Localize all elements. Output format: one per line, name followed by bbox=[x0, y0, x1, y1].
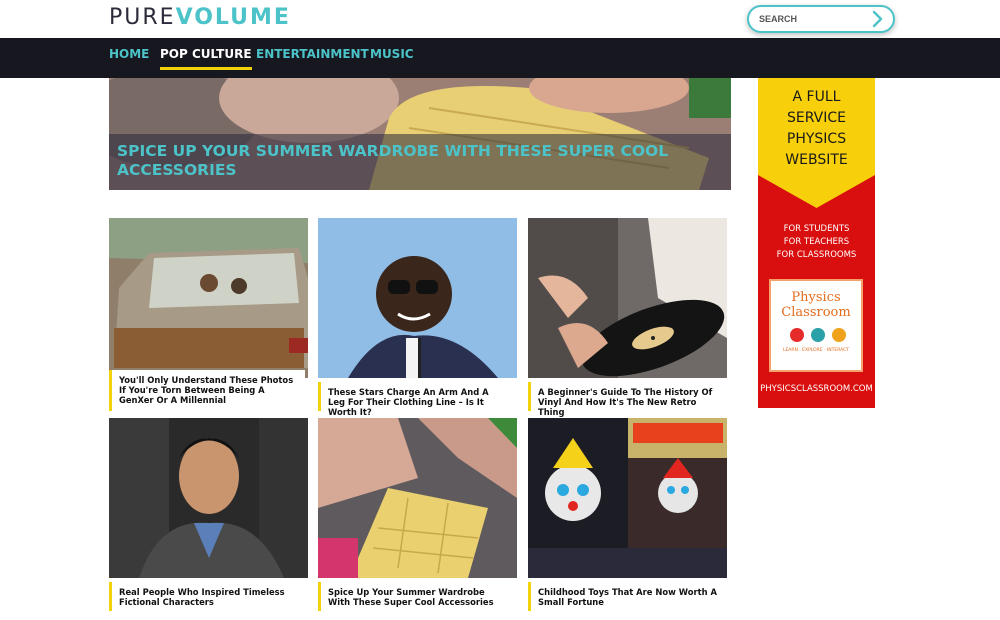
nav-music[interactable]: MUSIC bbox=[370, 47, 414, 61]
colored-dots-icon bbox=[790, 328, 846, 342]
logo-text-pure: PURE bbox=[109, 5, 176, 30]
hero-caption-overlay: SPICE UP YOUR SUMMER WARDROBE WITH THESE… bbox=[109, 134, 731, 190]
article-card[interactable]: A Beginner's Guide To The History Of Vin… bbox=[528, 218, 727, 417]
article-title[interactable]: A Beginner's Guide To The History Of Vin… bbox=[528, 382, 724, 417]
article-image-station-wagon bbox=[109, 218, 308, 378]
article-image-yellow-purse bbox=[318, 418, 517, 578]
search-box bbox=[747, 5, 895, 33]
chevron-right-icon[interactable] bbox=[869, 10, 885, 28]
article-title[interactable]: You'll Only Understand These Photos If Y… bbox=[109, 370, 305, 411]
article-title[interactable]: Spice Up Your Summer Wardrobe With These… bbox=[318, 582, 514, 611]
article-card[interactable]: Real People Who Inspired Timeless Fictio… bbox=[109, 418, 308, 611]
hero-article[interactable]: SPICE UP YOUR SUMMER WARDROBE WITH THESE… bbox=[109, 78, 731, 190]
brand-tagline: LEARN · EXPLORE · INTERACT bbox=[782, 348, 850, 353]
hero-title[interactable]: SPICE UP YOUR SUMMER WARDROBE WITH THESE… bbox=[117, 142, 701, 180]
main-nav: HOME POP CULTURE ENTERTAINMENT MUSIC bbox=[0, 38, 1000, 78]
ad-audiences: FOR STUDENTS FOR TEACHERS FOR CLASSROOMS bbox=[776, 224, 857, 260]
article-card[interactable]: Childhood Toys That Are Now Worth A Smal… bbox=[528, 418, 727, 611]
article-title[interactable]: These Stars Charge An Arm And A Leg For … bbox=[318, 382, 514, 417]
article-card[interactable]: Spice Up Your Summer Wardrobe With These… bbox=[318, 418, 517, 611]
article-card[interactable]: These Stars Charge An Arm And A Leg For … bbox=[318, 218, 517, 417]
nav-home[interactable]: HOME bbox=[109, 47, 149, 61]
article-image-lite-brite-toy bbox=[528, 418, 727, 578]
article-image-man-red-carpet bbox=[109, 418, 308, 578]
article-title[interactable]: Childhood Toys That Are Now Worth A Smal… bbox=[528, 582, 724, 611]
article-title[interactable]: Real People Who Inspired Timeless Fictio… bbox=[109, 582, 305, 611]
nav-entertainment[interactable]: ENTERTAINMENT bbox=[256, 47, 369, 61]
article-image-vinyl-record bbox=[528, 218, 727, 378]
nav-pop-culture[interactable]: POP CULTURE bbox=[160, 47, 252, 70]
site-header: PUREVOLUME bbox=[0, 0, 1000, 38]
article-image-celebrity-sunglasses bbox=[318, 218, 517, 378]
article-card[interactable]: You'll Only Understand These Photos If Y… bbox=[109, 218, 308, 411]
site-logo[interactable]: PUREVOLUME bbox=[109, 5, 291, 31]
ad-headline: A FULL SERVICE PHYSICS WEBSITE bbox=[785, 89, 848, 168]
logo-text-volume: VOLUME bbox=[175, 5, 291, 30]
search-input[interactable] bbox=[759, 11, 859, 27]
physics-classroom-logo: Physics Classroom LEARN · EXPLORE · INTER… bbox=[769, 279, 863, 372]
ad-url: PHYSICSCLASSROOM.COM bbox=[760, 384, 873, 394]
physics-classroom-ad[interactable]: A FULL SERVICE PHYSICS WEBSITE FOR STUDE… bbox=[758, 78, 875, 408]
